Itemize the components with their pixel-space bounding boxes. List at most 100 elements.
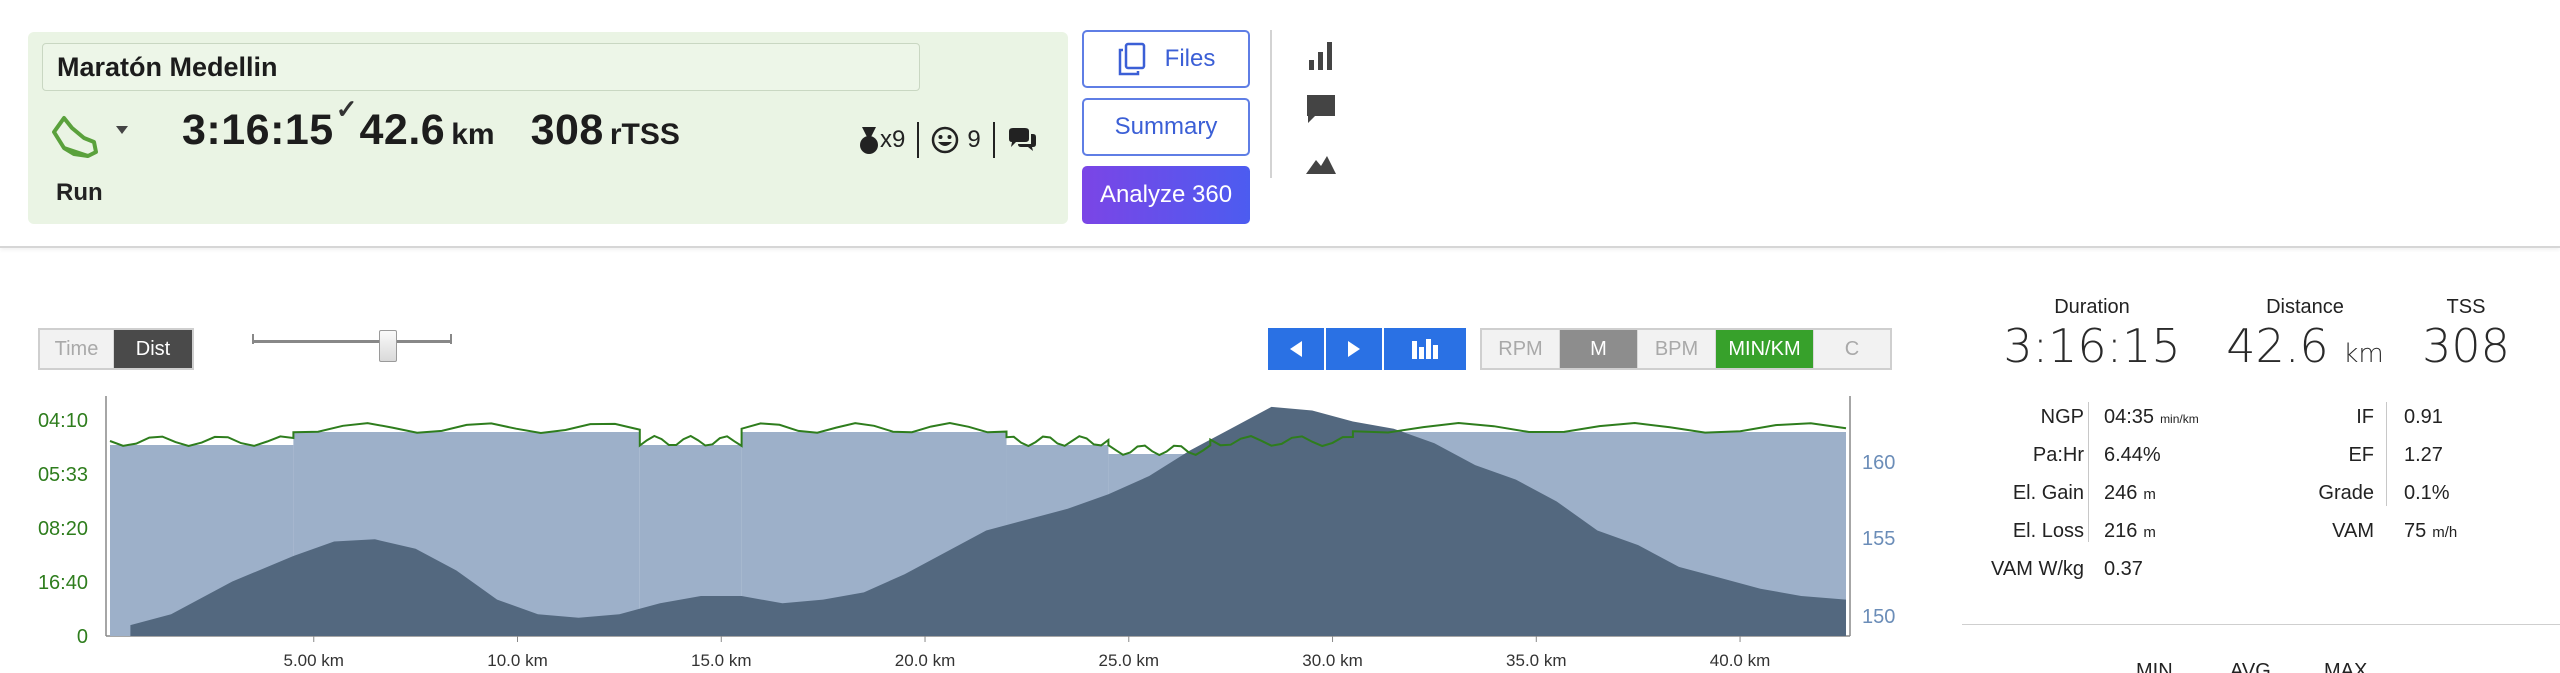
ngp-label: NGP: [2040, 406, 2084, 428]
max-header: MAX: [2324, 660, 2368, 673]
min-header: MIN: [2136, 660, 2173, 673]
x-tick-label: 5.00 km: [284, 651, 344, 670]
x-axis: 5.00 km 10.0 km 15.0 km 20.0 km 25.0 km 30.0 …: [284, 636, 1770, 670]
dist-toggle[interactable]: Dist: [114, 330, 192, 368]
divider: [1270, 30, 1272, 178]
arrow-left-icon: [1290, 341, 1302, 357]
comment-icon[interactable]: [1304, 92, 1338, 126]
smile-icon[interactable]: [931, 126, 959, 154]
files-label: Files: [1164, 45, 1216, 72]
x-tick-label: 25.0 km: [1099, 651, 1159, 670]
distance-value: 42.6: [359, 106, 446, 154]
sport-label: Run: [56, 179, 103, 206]
ef-value: 1.27: [2404, 444, 2443, 466]
badges-bar: x9 9: [858, 122, 1037, 158]
y-tick-label: 05:33: [38, 464, 88, 486]
activity-metrics: 3:16:15 ✓ 42.6 km 308 rTSS: [182, 94, 680, 166]
duration-label: Duration: [2054, 296, 2130, 318]
axis-toggle: Time Dist: [38, 328, 194, 370]
y-tick-label-right: 160: [1862, 452, 1895, 474]
distance-unit: km: [451, 118, 495, 151]
duration-value: 3:16:15: [2003, 319, 2181, 373]
el-loss-value: 216 m: [2104, 520, 2156, 542]
x-tick-label: 35.0 km: [1506, 651, 1566, 670]
min-km-toggle[interactable]: MIN/KM: [1716, 330, 1814, 368]
divider: [992, 122, 995, 158]
ngp-value: 04:35 min/km: [2104, 406, 2199, 428]
pahr-value: 6.44%: [2104, 444, 2161, 466]
activity-title-input[interactable]: Maratón Medellin: [42, 43, 920, 91]
grade-value: 0.1%: [2404, 482, 2450, 504]
chart-type-button[interactable]: [1384, 328, 1466, 370]
vam-value: 75 m/h: [2404, 520, 2458, 542]
medal-icon[interactable]: [858, 125, 880, 155]
x-tick-label: 15.0 km: [691, 651, 751, 670]
if-label: IF: [2356, 406, 2374, 428]
rpm-toggle[interactable]: RPM: [1482, 330, 1560, 368]
tss-unit: rTSS: [609, 118, 680, 151]
el-gain-label: El. Gain: [2012, 482, 2084, 504]
distance-stat: Distance 42.6 km: [2200, 296, 2410, 373]
y-tick-label-right: 150: [1862, 606, 1895, 628]
zoom-slider[interactable]: [252, 330, 452, 370]
vam-wkg-label: VAM W/kg: [1991, 558, 2084, 580]
y-tick-label: 16:40: [38, 572, 88, 594]
prev-button[interactable]: [1268, 328, 1324, 370]
copy-icon: [1118, 42, 1145, 76]
duration-value: 3:16:15: [182, 106, 334, 154]
divider: [917, 122, 920, 158]
divider: [2386, 402, 2387, 506]
tss-value: 308: [2422, 319, 2510, 373]
avg-header: AVG: [2230, 660, 2271, 673]
bar-chart-icon[interactable]: [1304, 38, 1338, 72]
running-shoe-icon: [52, 116, 128, 158]
y-axis-right: 160 155 150: [1862, 452, 1895, 628]
if-value: 0.91: [2404, 406, 2443, 428]
vam-label: VAM: [2332, 520, 2374, 542]
distance-unit: km: [2343, 339, 2384, 369]
medal-count: x9: [880, 126, 906, 153]
tss-value: 308: [530, 106, 604, 154]
m-toggle[interactable]: M: [1560, 330, 1638, 368]
mountain-icon[interactable]: [1304, 146, 1338, 180]
next-button[interactable]: [1326, 328, 1382, 370]
x-tick-label: 20.0 km: [895, 651, 955, 670]
arrow-right-icon: [1348, 341, 1360, 357]
tss-label: TSS: [2446, 296, 2486, 318]
bars-icon: [1412, 339, 1438, 359]
analyze-label: Analyze 360: [1099, 181, 1233, 208]
grade-label: Grade: [2318, 482, 2374, 504]
summary-button[interactable]: Summary: [1082, 98, 1250, 156]
time-toggle[interactable]: Time: [40, 330, 114, 368]
smile-count: 9: [967, 126, 981, 153]
comments-icon[interactable]: [1007, 127, 1037, 153]
c-toggle[interactable]: C: [1814, 330, 1890, 368]
files-button[interactable]: Files: [1082, 30, 1250, 88]
x-tick-label: 10.0 km: [487, 651, 547, 670]
activity-chart[interactable]: 04:10 05:33 08:20 16:40 0 160 155 150 5.00 km 1…: [0, 390, 1940, 673]
summary-panel: Duration 3:16:15 Distance 42.6 km TSS 30…: [1946, 252, 2560, 673]
pahr-label: Pa:Hr: [2032, 444, 2084, 466]
vam-wkg-value: 0.37: [2104, 558, 2143, 580]
y-axis-left: 04:10 05:33 08:20 16:40 0: [38, 410, 88, 648]
sport-selector[interactable]: [50, 112, 130, 164]
tss-stat: TSS 308: [2406, 296, 2526, 373]
divider: [2088, 402, 2089, 542]
ef-label: EF: [2348, 444, 2374, 466]
zoom-slider-handle[interactable]: [379, 330, 397, 362]
distance-value: 42.6 km: [2226, 319, 2384, 373]
summary-label: Summary: [1114, 113, 1218, 140]
y-tick-label-right: 155: [1862, 528, 1895, 550]
activity-header: Maratón Medellin 3:16:15 ✓ 42.6 km 308 r…: [0, 0, 2560, 248]
activity-card: Maratón Medellin 3:16:15 ✓ 42.6 km 308 r…: [28, 32, 1068, 224]
analyze-360-button[interactable]: Analyze 360: [1082, 166, 1250, 224]
y-tick-label: 0: [77, 626, 88, 648]
bpm-toggle[interactable]: BPM: [1638, 330, 1716, 368]
x-tick-label: 40.0 km: [1710, 651, 1770, 670]
check-icon: ✓: [335, 94, 358, 124]
y-tick-label: 08:20: [38, 518, 88, 540]
y-tick-label: 04:10: [38, 410, 88, 432]
chevron-down-icon: [116, 126, 128, 134]
chart-nav: [1268, 328, 1468, 370]
x-tick-label: 30.0 km: [1302, 651, 1362, 670]
